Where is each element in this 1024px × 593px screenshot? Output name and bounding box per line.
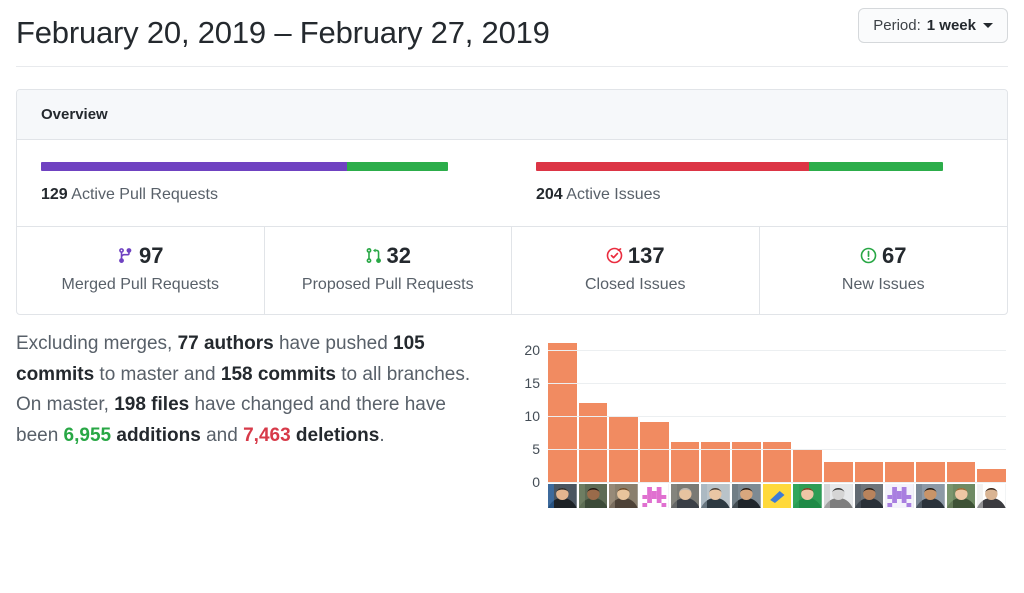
active-issues-label: Active Issues: [566, 186, 661, 203]
stat-proposed-pull-requests-value: 32: [386, 242, 411, 268]
chart-y-axis: 0 5 10 15 20: [506, 337, 540, 490]
active-issues-cell: 204 Active Issues: [512, 140, 1007, 226]
contributor-avatar[interactable]: [640, 483, 669, 508]
stat-merged-pull-requests[interactable]: 97 Merged Pull Requests: [17, 226, 265, 314]
contributor-avatar[interactable]: [578, 483, 608, 508]
issue-closed-icon: [606, 247, 623, 264]
summary-additions-count: 6,955: [63, 425, 112, 447]
chart-y-tick-label: 20: [524, 341, 540, 358]
chart-bar[interactable]: [916, 462, 945, 482]
contributor-avatar[interactable]: [670, 483, 700, 508]
stat-new-issues-top: 67: [768, 242, 1000, 268]
git-merge-icon: [117, 247, 134, 264]
stat-proposed-pull-requests-label: Proposed Pull Requests: [301, 275, 474, 293]
contributor-avatar[interactable]: [793, 483, 823, 508]
stat-closed-issues-label: Closed Issues: [585, 275, 686, 293]
chart-bar[interactable]: [946, 462, 976, 482]
summary-files-changed: 198 files: [114, 394, 190, 416]
summary-deletions-word: deletions: [290, 425, 380, 447]
summary-commits-all: 158 commits: [220, 363, 336, 385]
stat-closed-issues[interactable]: 137 Closed Issues: [512, 226, 760, 314]
bottom-section: Excluding merges, 77 authors have pushed…: [16, 329, 1008, 512]
summary-additions-word: additions: [111, 425, 201, 447]
chart-gridline: [548, 448, 1006, 450]
chart-gridline: [548, 415, 1006, 417]
active-issues-caption: 204 Active Issues: [536, 185, 983, 206]
chart-y-tick-label: 10: [524, 407, 540, 424]
summary-authors: 77 authors: [177, 332, 274, 354]
chart-bar[interactable]: [854, 462, 884, 482]
chart-bars: [548, 337, 1007, 482]
commit-summary-paragraph: Excluding merges, 77 authors have pushed…: [16, 329, 506, 452]
contributor-avatar[interactable]: [854, 483, 884, 508]
active-pull-requests-label: Active Pull Requests: [71, 186, 218, 203]
contributor-avatar[interactable]: [824, 483, 853, 508]
stat-closed-issues-top: 137: [520, 242, 751, 268]
period-prefix-label: Period:: [873, 17, 921, 34]
contributor-avatar[interactable]: [701, 483, 731, 508]
contributor-avatar[interactable]: [548, 483, 577, 508]
chart-gridline: [548, 349, 1006, 351]
overview-card: Overview 129 Active Pull Requests 204 Ac…: [16, 89, 1008, 315]
issues-closed-segment: [536, 162, 810, 171]
stat-new-issues-value: 67: [882, 242, 907, 268]
overview-card-title: Overview: [17, 90, 1007, 140]
chart-bar[interactable]: [640, 422, 669, 482]
overview-bars-row: 129 Active Pull Requests 204 Active Issu…: [17, 140, 1007, 227]
contributors-bar-chart: 0 5 10 15 20: [506, 337, 1007, 512]
stat-merged-pull-requests-label: Merged Pull Requests: [61, 275, 219, 293]
summary-text-3: to master and: [94, 363, 221, 385]
stat-proposed-pull-requests-top: 32: [273, 242, 504, 268]
chart-gridline: [548, 481, 1006, 483]
issue-opened-icon: [860, 247, 877, 264]
summary-text-2: have pushed: [273, 332, 394, 354]
pull-requests-proposed-segment: [346, 162, 448, 171]
chart-y-tick-label: 0: [532, 473, 540, 490]
summary-text-1: Excluding merges,: [16, 332, 178, 354]
chart-bar[interactable]: [977, 468, 1007, 482]
chart-y-tick-label: 5: [532, 440, 540, 457]
header-divider: [16, 66, 1008, 67]
contributor-avatar[interactable]: [762, 483, 792, 508]
git-pull-request-icon: [365, 247, 382, 264]
chart-bar[interactable]: [793, 448, 823, 482]
summary-deletions-count: 7,463: [243, 425, 291, 447]
contributor-avatar[interactable]: [977, 483, 1007, 508]
stat-merged-pull-requests-top: 97: [25, 242, 256, 268]
chart-bar[interactable]: [824, 462, 853, 482]
contributor-avatar[interactable]: [885, 483, 915, 508]
contributor-avatar[interactable]: [916, 483, 945, 508]
period-selected-value: 1 week: [926, 17, 976, 34]
contributor-avatar[interactable]: [609, 483, 639, 508]
active-pull-requests-cell: 129 Active Pull Requests: [17, 140, 512, 226]
chart-plot-area: [548, 337, 1007, 483]
chart-avatar-axis: [548, 483, 1007, 508]
overview-stats-row: 97 Merged Pull Requests 32 Proposed Pull…: [17, 226, 1008, 314]
period-dropdown-button[interactable]: Period: 1 week: [858, 8, 1008, 43]
active-pull-requests-count: 129: [41, 186, 68, 203]
stat-new-issues[interactable]: 67 New Issues: [760, 227, 1008, 314]
issues-new-segment: [809, 162, 943, 171]
stat-closed-issues-value: 137: [627, 242, 665, 268]
active-issues-count: 204: [536, 186, 563, 203]
chart-bar[interactable]: [548, 343, 577, 482]
chart-gridline: [548, 382, 1006, 384]
contributor-avatar[interactable]: [732, 483, 761, 508]
pull-requests-merged-segment: [41, 162, 347, 171]
page-header: February 20, 2019 – February 27, 2019 Pe…: [0, 0, 1024, 60]
pull-requests-progress-bar: [41, 162, 448, 171]
stat-merged-pull-requests-value: 97: [139, 242, 164, 268]
summary-text-6: and: [200, 425, 244, 447]
contributor-avatar[interactable]: [946, 483, 976, 508]
summary-text-7: .: [379, 425, 385, 447]
stat-proposed-pull-requests[interactable]: 32 Proposed Pull Requests: [265, 226, 512, 314]
chevron-down-icon: [983, 23, 993, 28]
issues-progress-bar: [536, 162, 943, 171]
stat-new-issues-label: New Issues: [841, 275, 925, 293]
chart-y-tick-label: 15: [524, 374, 540, 391]
chart-bar[interactable]: [578, 402, 608, 482]
chart-bar[interactable]: [885, 462, 915, 482]
active-pull-requests-caption: 129 Active Pull Requests: [41, 185, 488, 206]
